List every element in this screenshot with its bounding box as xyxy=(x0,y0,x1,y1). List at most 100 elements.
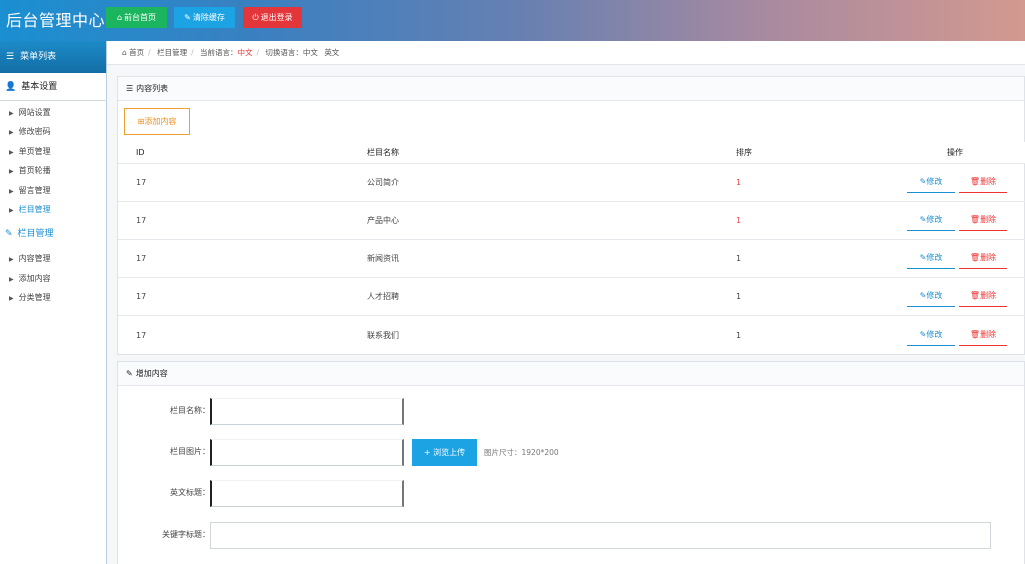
trash-icon: 🗑 xyxy=(969,253,981,262)
clear-cache-button[interactable]: ✎ 清除缓存 xyxy=(174,7,235,28)
delete-button[interactable]: 🗑删除 xyxy=(959,210,1007,231)
upload-button[interactable]: + 浏览上传 xyxy=(412,439,477,466)
current-language-label: 当前语言： xyxy=(200,48,238,57)
edit-button[interactable]: ✎修改 xyxy=(907,172,955,193)
form-row-keyword: 关键字标题： xyxy=(118,522,1025,550)
delete-button[interactable]: 🗑删除 xyxy=(959,172,1007,193)
keyword-label: 关键字标题： xyxy=(162,530,210,539)
table-row: 17 新闻资讯 1 ✎修改 🗑删除 xyxy=(118,240,1025,278)
front-home-button[interactable]: ⌂ 前台首页 xyxy=(106,7,167,28)
col-sort: 排序 xyxy=(736,147,752,157)
image-label: 栏目图片： xyxy=(170,447,210,456)
col-ops: 操作 xyxy=(947,147,963,157)
caret-right-icon: ▶ xyxy=(9,206,14,214)
form-row-image: 栏目图片： + 浏览上传 图片尺寸：1920*200 xyxy=(118,439,1025,467)
sidebar-item-column-manage[interactable]: ▶ 栏目管理 xyxy=(0,200,106,219)
sidebar-item-site-settings[interactable]: ▶ 网站设置 xyxy=(0,103,106,122)
sidebar-item-messages[interactable]: ▶ 留言管理 xyxy=(0,181,106,200)
panel-title: ✎ 增加内容 xyxy=(118,362,1024,386)
switch-language-en[interactable]: 英文 xyxy=(324,48,339,57)
row-sort: 1 xyxy=(736,254,742,263)
delete-button[interactable]: 🗑删除 xyxy=(959,248,1007,269)
breadcrumb: ⌂ 首页 / 栏目管理 / 当前语言：中文 / 切换语言：中文 英文 xyxy=(107,41,1025,65)
caret-right-icon: ▶ xyxy=(9,187,14,195)
form-row-name: 栏目名称： xyxy=(118,398,1025,426)
table-row: 17 人才招聘 1 ✎修改 🗑删除 xyxy=(118,278,1025,316)
trash-icon: 🗑 xyxy=(969,291,981,300)
delete-button[interactable]: 🗑删除 xyxy=(959,324,1007,346)
row-name: 新闻资讯 xyxy=(367,254,399,263)
trash-icon: 🗑 xyxy=(969,215,981,224)
sidebar-group-columns[interactable]: ✎ 栏目管理 xyxy=(0,221,106,247)
row-sort: 1 xyxy=(736,178,742,187)
edit-icon: ✎ xyxy=(126,369,133,378)
current-language-value: 中文 xyxy=(237,48,253,57)
sidebar-group-basic[interactable]: 👤 基本设置 xyxy=(0,73,106,101)
sidebar-item-change-password[interactable]: ▶ 修改密码 xyxy=(0,122,106,141)
wrench-icon: ✎ xyxy=(184,13,191,22)
image-size-hint: 图片尺寸：1920*200 xyxy=(484,448,559,457)
row-name: 人才招聘 xyxy=(367,292,399,301)
user-icon: 👤 xyxy=(5,82,17,92)
trash-icon: 🗑 xyxy=(969,177,981,186)
main-content: ⌂ 首页 / 栏目管理 / 当前语言：中文 / 切换语言：中文 英文 ☰ 内容列表 ⊞添… xyxy=(107,41,1025,564)
edit-button[interactable]: ✎修改 xyxy=(907,248,955,269)
en-title-input[interactable] xyxy=(210,480,404,507)
sidebar-item-add-content[interactable]: ▶ 添加内容 xyxy=(0,269,106,288)
edit-button[interactable]: ✎修改 xyxy=(907,324,955,346)
table-header: ID 栏目名称 排序 操作 xyxy=(118,142,1025,164)
col-name: 栏目名称 xyxy=(367,147,399,157)
row-sort: 1 xyxy=(736,330,742,340)
caret-right-icon: ▶ xyxy=(9,295,14,303)
home-icon: ⌂ xyxy=(116,13,123,22)
image-input[interactable] xyxy=(210,439,404,466)
brand-title: 后台管理中心 xyxy=(6,11,106,30)
trash-icon: 🗑 xyxy=(969,329,981,339)
keyword-input[interactable] xyxy=(210,522,991,549)
col-id: ID xyxy=(136,147,145,157)
switch-language-zh[interactable]: 中文 xyxy=(303,48,318,57)
list-icon: ☰ xyxy=(6,52,15,62)
content-list-panel: ☰ 内容列表 ⊞添加内容 ID 栏目名称 排序 操作 17 公司简介 1 ✎修改 … xyxy=(117,76,1025,355)
panel-title: ☰ 内容列表 xyxy=(118,77,1024,101)
content-table: ID 栏目名称 排序 操作 17 公司简介 1 ✎修改 🗑删除 17 产品中心 … xyxy=(118,142,1025,354)
list-icon: ☰ xyxy=(126,84,134,93)
edit-button[interactable]: ✎修改 xyxy=(907,210,955,231)
sidebar-header: ☰ 菜单列表 xyxy=(0,41,106,73)
caret-right-icon: ▶ xyxy=(9,129,14,137)
table-row: 17 产品中心 1 ✎修改 🗑删除 xyxy=(118,202,1025,240)
caret-right-icon: ▶ xyxy=(9,168,14,176)
sidebar-item-home-carousel[interactable]: ▶ 首页轮播 xyxy=(0,161,106,180)
sidebar-item-page-manage[interactable]: ▶ 单页管理 xyxy=(0,142,106,161)
row-id: 17 xyxy=(136,254,147,263)
edit-button[interactable]: ✎修改 xyxy=(907,286,955,307)
row-id: 17 xyxy=(136,178,147,187)
home-icon: ⌂ xyxy=(122,48,127,57)
row-name: 联系我们 xyxy=(367,330,399,340)
breadcrumb-section[interactable]: 栏目管理 xyxy=(157,48,187,57)
edit-icon: ✎ xyxy=(5,229,13,240)
row-sort: 1 xyxy=(736,216,742,225)
caret-right-icon: ▶ xyxy=(9,110,14,117)
row-name: 产品中心 xyxy=(367,216,399,225)
caret-right-icon: ▶ xyxy=(9,148,14,156)
add-content-button[interactable]: ⊞添加内容 xyxy=(124,108,190,135)
name-input[interactable] xyxy=(210,398,404,425)
table-row: 17 联系我们 1 ✎修改 🗑删除 xyxy=(118,316,1025,354)
sidebar-item-content-manage[interactable]: ▶ 内容管理 xyxy=(0,249,106,268)
top-header: 后台管理中心 ⌂ 前台首页 ✎ 清除缓存 ⏻ 退出登录 xyxy=(0,0,1025,41)
row-sort: 1 xyxy=(736,292,742,301)
delete-button[interactable]: 🗑删除 xyxy=(959,286,1007,307)
caret-right-icon: ▶ xyxy=(9,256,14,264)
logout-button[interactable]: ⏻ 退出登录 xyxy=(243,7,302,28)
power-icon: ⏻ xyxy=(252,13,259,22)
sidebar-item-category-manage[interactable]: ▶ 分类管理 xyxy=(0,288,106,307)
plus-icon: + xyxy=(423,448,434,457)
switch-language-label: 切换语言： xyxy=(265,48,303,57)
table-row: 17 公司简介 1 ✎修改 🗑删除 xyxy=(118,164,1025,202)
row-name: 公司简介 xyxy=(367,178,399,187)
add-content-panel: ✎ 增加内容 栏目名称： 栏目图片： + 浏览上传 图片尺寸：1920*200 英… xyxy=(117,361,1025,564)
sidebar: ☰ 菜单列表 👤 基本设置 ▶ 网站设置 ▶ 修改密码 ▶ 单页管理 ▶ 首页轮播 ▶ 留言管… xyxy=(0,41,107,564)
form-row-en-title: 英文标题： xyxy=(118,480,1025,508)
breadcrumb-home[interactable]: 首页 xyxy=(129,48,144,57)
